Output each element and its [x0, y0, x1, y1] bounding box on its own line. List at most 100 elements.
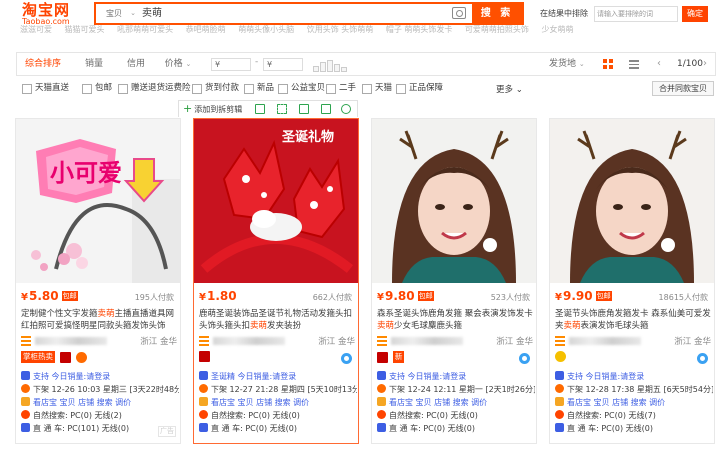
exclude-panel: 在结果中排除 请输入要排除的词 确定	[534, 5, 714, 23]
price-distribution-bars[interactable]	[313, 60, 353, 72]
title-part: 少女毛球麋鹿头箍	[394, 321, 463, 331]
plugin-text[interactable]: 看店宝 宝贝 店铺 搜索 调价	[33, 398, 131, 407]
badge-row: 新	[377, 351, 406, 365]
plugin-text[interactable]: 支持 今日销量:请登录	[33, 372, 110, 381]
hot-word[interactable]: 吼那萌萌可爱头	[117, 25, 173, 34]
product-card[interactable]: 小可爱 ¥5.80 包邮 195人付款 定制健个性文字发箍卖萌主播直播道具网红拍照…	[15, 118, 181, 444]
plugin-text[interactable]: 支持 今日销量:请登录	[567, 372, 644, 381]
next-page-icon[interactable]: ›	[703, 53, 707, 75]
search-category-select[interactable]: 宝贝 ⌄	[96, 4, 140, 23]
price-value: 1.80	[206, 289, 237, 303]
checkbox-free-shipping[interactable]: 包邮	[82, 83, 112, 94]
checkbox-return-insurance[interactable]: 赠送退货运费险	[118, 83, 191, 94]
plugin-line-support: 支持 今日销量:请登录	[377, 371, 535, 382]
title-keyword: 卖萌	[377, 321, 395, 331]
shop-name[interactable]	[213, 337, 285, 345]
checkbox-cod[interactable]: 货到付款	[192, 83, 239, 94]
product-price: ¥9.90 包邮	[555, 289, 612, 303]
free-shipping-tag: 包邮	[595, 291, 612, 301]
product-card[interactable]: ¥9.80 包邮 523人付款 森系圣诞头饰鹿角发箍 聚会表演发饰发卡卖萌少女毛球…	[371, 118, 537, 444]
exclude-confirm-button[interactable]: 确定	[682, 6, 708, 22]
product-title[interactable]: 鹿萌圣诞装饰品圣诞节礼物活动发箍头扣头饰头箍头扣卖萌发夹装扮	[199, 308, 355, 332]
exclude-input[interactable]: 请输入要排除的词	[594, 6, 678, 22]
checkbox-tmall-direct[interactable]: 天猫直送	[22, 83, 69, 94]
wangwang-chat-icon[interactable]	[341, 353, 352, 364]
ad-icon	[555, 423, 564, 432]
product-title[interactable]: 圣诞节头饰鹿角发箍发卡 森系仙美可爱发夹卖萌表演发饰毛球头箍	[555, 308, 711, 332]
clock-icon	[199, 384, 208, 393]
shop-name[interactable]	[35, 337, 107, 345]
more-filters[interactable]: 更多 ⌄	[496, 83, 523, 95]
ship-from-select[interactable]: 发货地 ⌄	[549, 53, 585, 75]
chevron-down-icon: ⌄	[130, 9, 136, 17]
wangwang-chat-icon[interactable]	[697, 353, 708, 364]
plugin-line-delist: 下架 12-24 12:11 星期一 [2天1时26分]	[377, 384, 535, 395]
product-title[interactable]: 定制健个性文字发箍卖萌主播直播道具网红拍照可爱搞怪明星同款头箍发饰头饰	[21, 308, 177, 332]
ad-icon	[199, 423, 208, 432]
product-title[interactable]: 森系圣诞头饰鹿角发箍 聚会表演发饰发卡卖萌少女毛球麋鹿头箍	[377, 308, 533, 332]
hot-word[interactable]: 少女萌萌	[541, 25, 573, 34]
checkbox-new[interactable]: 新品	[244, 83, 274, 94]
tab-sales[interactable]: 销量	[79, 53, 109, 75]
shop-tool-icon	[555, 397, 564, 406]
search-button[interactable]: 搜 索	[472, 4, 522, 23]
wangwang-chat-icon[interactable]	[519, 353, 530, 364]
plugin-line-tools: 看店宝 宝贝 店铺 搜索 调价	[21, 397, 179, 408]
plugin-line-search: 自然搜索: PC(0) 无线(0)	[199, 410, 357, 421]
checkbox-second-hand[interactable]: 二手	[326, 83, 356, 94]
product-card[interactable]: 圣诞礼物 ¥1.80 662人付款 鹿萌圣诞装饰品圣诞节礼物活动发箍头扣头饰头箍…	[193, 118, 359, 444]
product-image[interactable]	[550, 119, 714, 283]
hot-word[interactable]: 萌萌头像小头脑	[238, 25, 294, 34]
product-card[interactable]: ¥9.90 包邮 18615人付款 圣诞节头饰鹿角发箍发卡 森系仙美可爱发夹卖萌表…	[549, 118, 715, 444]
hot-word[interactable]: 可爱萌萌拍照头饰	[465, 25, 529, 34]
info-icon	[377, 371, 386, 380]
title-keyword: 卖萌	[97, 309, 115, 319]
hot-seller-badge: 掌柜热卖	[21, 351, 55, 363]
search-input[interactable]: 卖萌	[142, 4, 442, 23]
prev-page-icon[interactable]: ‹	[657, 53, 661, 75]
hot-word[interactable]: 帽子 萌萌头饰发卡	[386, 25, 453, 34]
expand-icon[interactable]	[277, 104, 287, 114]
save-icon[interactable]	[255, 104, 265, 114]
merge-same-button[interactable]: 合并同款宝贝	[652, 81, 714, 96]
plugin-text[interactable]: 看店宝 宝贝 店铺 搜索 调价	[389, 398, 487, 407]
plugin-text[interactable]: 看店宝 宝贝 店铺 搜索 调价	[211, 398, 309, 407]
taobao-logo[interactable]: 淘宝网 Taobao.com	[22, 2, 76, 26]
copy-icon[interactable]	[299, 104, 309, 114]
product-image[interactable]	[372, 119, 536, 283]
plugin-text[interactable]: 支持 今日销量:请登录	[389, 372, 466, 381]
tab-price[interactable]: 价格 ⌄	[163, 53, 193, 75]
tab-credit[interactable]: 信用	[121, 53, 151, 75]
checkbox-charity[interactable]: 公益宝贝	[278, 83, 325, 94]
hot-word[interactable]: 滋滋可爱	[20, 25, 52, 34]
camera-icon[interactable]	[452, 7, 466, 19]
plugin-text[interactable]: 圣诞精 今日销量:请登录	[211, 372, 296, 381]
list-view-icon[interactable]	[629, 59, 639, 69]
plugin-text: 下架 12-24 12:11 星期一 [2天1时26分]	[389, 385, 535, 394]
add-to-clip-button[interactable]: + 添加到拆剪辑	[183, 103, 242, 116]
checkbox-genuine[interactable]: 正品保障	[396, 83, 443, 94]
grid-view-icon[interactable]	[603, 59, 613, 69]
product-image[interactable]: 圣诞礼物	[194, 119, 358, 283]
gold-medal-icon	[555, 351, 566, 362]
hot-word[interactable]: 恭吧萌脸萌	[186, 25, 226, 34]
plugin-line-tools: 看店宝 宝贝 店铺 搜索 调价	[555, 397, 713, 408]
price-max-input[interactable]: ¥	[263, 58, 303, 71]
plugin-line-ads: 直 通 车: PC(101) 无线(0)	[21, 423, 179, 434]
shop-name[interactable]	[569, 337, 641, 345]
plugin-line-search: 自然搜索: PC(0) 无线(2)	[21, 410, 179, 421]
shop-tool-icon	[21, 397, 30, 406]
product-image[interactable]: 小可爱	[16, 119, 180, 283]
gear-icon[interactable]	[341, 104, 351, 114]
checkbox-tmall[interactable]: 天猫	[362, 83, 392, 94]
shop-name[interactable]	[391, 337, 463, 345]
plugin-text[interactable]: 看店宝 宝贝 店铺 搜索 调价	[567, 398, 665, 407]
plugin-line-ads: 直 通 车: PC(0) 无线(0)	[377, 423, 535, 434]
hot-word[interactable]: 饮用头饰 头饰萌萌	[307, 25, 374, 34]
price-min-input[interactable]: ¥	[211, 58, 251, 71]
share-icon[interactable]	[321, 104, 331, 114]
hot-word[interactable]: 猫猫可爱头	[65, 25, 105, 34]
plugin-text: 直 通 车: PC(0) 无线(0)	[567, 424, 653, 433]
tab-default-sort[interactable]: 综合排序	[21, 53, 65, 75]
plugin-text: 直 通 车: PC(101) 无线(0)	[33, 424, 130, 433]
